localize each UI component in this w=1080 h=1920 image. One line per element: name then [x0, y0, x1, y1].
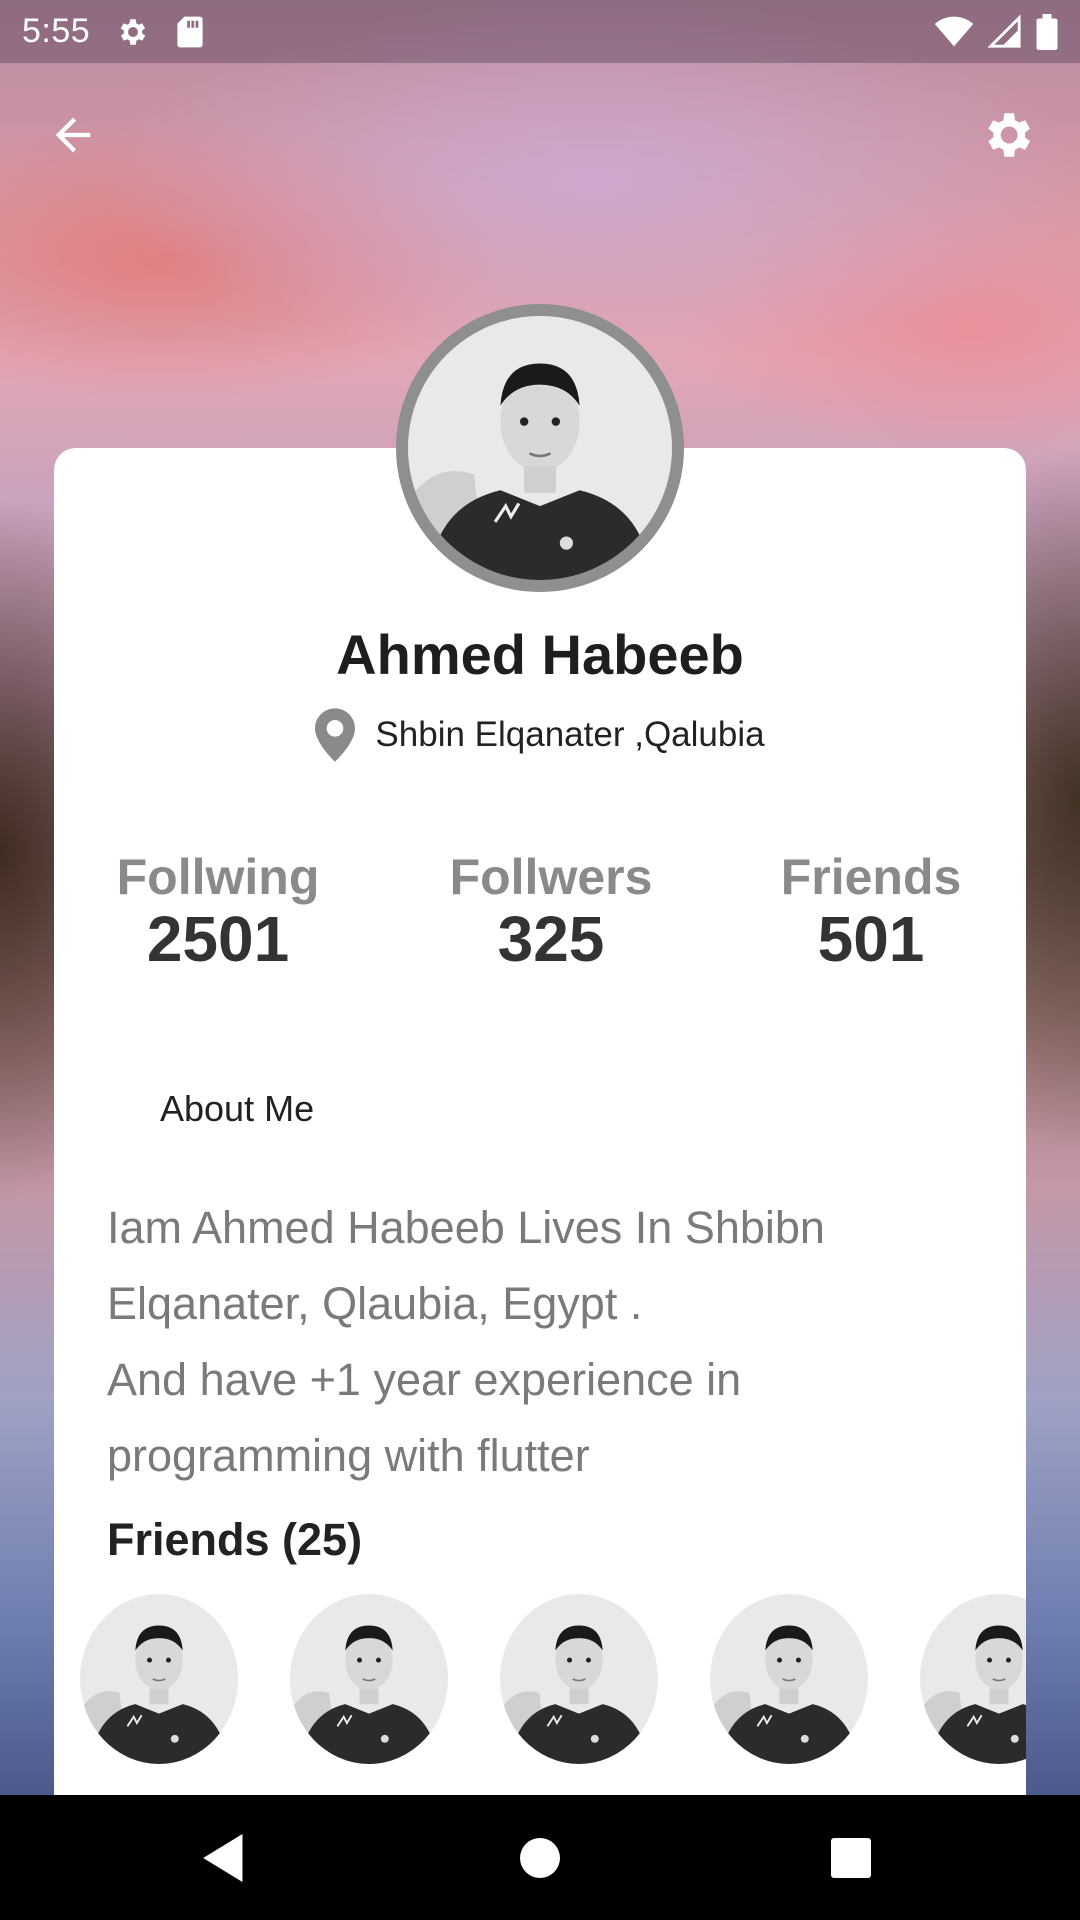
- friend-avatar[interactable]: [710, 1594, 868, 1764]
- stat-value: 501: [817, 903, 925, 975]
- nav-recents-icon: [831, 1838, 871, 1878]
- about-line: Iam Ahmed Habeeb Lives In Shbibn: [107, 1202, 825, 1253]
- nav-home-button[interactable]: [513, 1831, 567, 1885]
- about-line: programming with flutter: [107, 1430, 590, 1481]
- about-line: Elqanater, Qlaubia, Egypt .: [107, 1278, 643, 1329]
- nav-back-button[interactable]: [198, 1831, 252, 1885]
- location-pin-icon: [315, 708, 356, 762]
- system-nav-bar: [0, 1795, 1080, 1920]
- stat-label: Follwing: [116, 849, 320, 905]
- stat-friends[interactable]: Friends 501: [741, 848, 1001, 976]
- gear-icon: [121, 18, 146, 45]
- sd-card-icon: [177, 16, 203, 47]
- status-time: 5:55: [22, 12, 91, 50]
- friend-avatar[interactable]: [290, 1594, 448, 1764]
- stat-label: Friends: [780, 849, 962, 905]
- settings-button[interactable]: [972, 100, 1042, 170]
- friend-avatar[interactable]: [80, 1594, 238, 1764]
- nav-recents-button[interactable]: [824, 1831, 878, 1885]
- location-text: Shbin Elqanater ,Qalubia: [375, 715, 765, 754]
- about-text: Iam Ahmed Habeeb Lives In Shbibn Elqanat…: [107, 1190, 937, 1494]
- profile-location: Shbin Elqanater ,Qalubia: [0, 708, 1080, 762]
- battery-icon: [1036, 13, 1058, 50]
- profile-stats: Follwing 2501 Follwers 325 Friends 501: [0, 848, 1080, 978]
- settings-gear-icon: [988, 113, 1030, 157]
- status-bar: 5:55: [0, 0, 1080, 63]
- stat-followers[interactable]: Follwers 325: [421, 848, 681, 976]
- stat-value: 325: [497, 903, 605, 975]
- about-line: And have +1 year experience in: [107, 1354, 742, 1405]
- back-button[interactable]: [38, 100, 108, 170]
- about-title: About Me: [160, 1088, 315, 1129]
- arrow-back-icon: [55, 117, 91, 153]
- stat-label: Follwers: [449, 849, 653, 905]
- friend-avatar[interactable]: [500, 1594, 658, 1764]
- friend-avatar[interactable]: [920, 1594, 1026, 1764]
- friends-list[interactable]: [80, 1594, 1026, 1764]
- profile-name: Ahmed Habeeb: [336, 623, 744, 686]
- profile-avatar[interactable]: [396, 304, 684, 592]
- nav-home-icon: [520, 1838, 560, 1878]
- signal-icon: [988, 14, 1021, 48]
- wifi-icon: [934, 16, 974, 46]
- nav-back-icon: [203, 1834, 243, 1882]
- friends-title: Friends (25): [107, 1514, 363, 1565]
- avatar-photo: [408, 316, 672, 580]
- stat-following[interactable]: Follwing 2501: [88, 848, 348, 976]
- stat-value: 2501: [146, 903, 290, 975]
